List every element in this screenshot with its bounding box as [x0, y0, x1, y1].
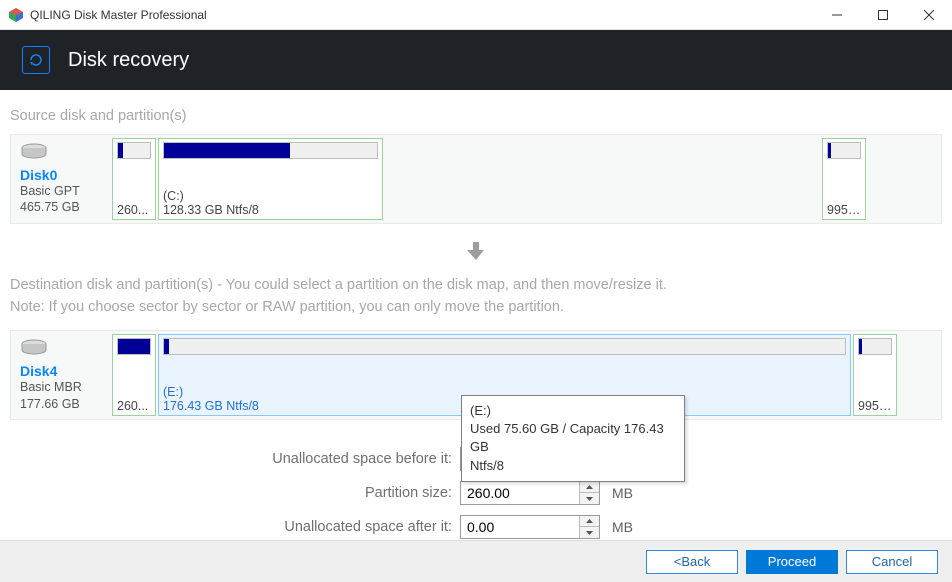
partition-label: (C:) 128.33 GB Ntfs/8: [163, 189, 378, 217]
size-spinner[interactable]: [460, 481, 600, 505]
tooltip-usage: Used 75.60 GB / Capacity 176.43 GB: [470, 420, 676, 456]
titlebar: QILING Disk Master Professional: [0, 0, 952, 30]
partition-cell[interactable]: 995....: [822, 138, 866, 220]
proceed-button[interactable]: Proceed: [746, 550, 838, 574]
partition-cell[interactable]: 260...: [112, 334, 156, 416]
cancel-button[interactable]: Cancel: [846, 550, 938, 574]
arrow-down-icon: [10, 240, 942, 262]
source-disk-info[interactable]: Disk0 Basic GPT 465.75 GB: [14, 138, 110, 220]
after-spinner[interactable]: [460, 515, 600, 539]
source-disk-name: Disk0: [20, 167, 104, 183]
after-input[interactable]: [461, 516, 579, 538]
size-label: Partition size:: [10, 485, 460, 501]
size-unit: MB: [612, 485, 633, 501]
spin-down-icon[interactable]: [580, 527, 599, 538]
partition-cell[interactable]: 260...: [112, 138, 156, 220]
hdd-icon: [20, 142, 48, 162]
spin-up-icon[interactable]: [580, 482, 599, 494]
source-section-label: Source disk and partition(s): [10, 108, 942, 124]
partition-cell[interactable]: (C:) 128.33 GB Ntfs/8: [158, 138, 383, 220]
page-title: Disk recovery: [68, 49, 189, 72]
button-bar: <Back Proceed Cancel: [0, 540, 952, 582]
partition-label: 260...: [117, 203, 151, 217]
recovery-icon: [22, 46, 50, 74]
size-input[interactable]: [461, 482, 579, 504]
tooltip-drive: (E:): [470, 402, 676, 420]
app-icon: [8, 7, 24, 23]
dest-disk-info[interactable]: Disk4 Basic MBR 177.66 GB: [14, 334, 110, 416]
page-banner: Disk recovery: [0, 30, 952, 90]
before-label: Unallocated space before it:: [10, 451, 460, 467]
window-title: QILING Disk Master Professional: [30, 8, 814, 22]
dest-disk-name: Disk4: [20, 363, 104, 379]
partition-cell[interactable]: 995....: [853, 334, 897, 416]
hdd-icon: [20, 338, 48, 358]
source-disk-map: Disk0 Basic GPT 465.75 GB 260... (C:) 128…: [10, 134, 942, 224]
partition-label: 995....: [858, 399, 892, 413]
spin-up-icon[interactable]: [580, 516, 599, 528]
spin-down-icon[interactable]: [580, 493, 599, 504]
dest-section-label: Destination disk and partition(s) - You …: [10, 274, 942, 319]
tooltip-fs: Ntfs/8: [470, 457, 676, 475]
after-unit: MB: [612, 519, 633, 535]
dest-disk-type: Basic MBR: [20, 379, 104, 395]
partition-label: 260...: [117, 399, 151, 413]
back-button[interactable]: <Back: [646, 550, 738, 574]
close-button[interactable]: [906, 0, 952, 30]
maximize-button[interactable]: [860, 0, 906, 30]
partition-label: 995....: [827, 203, 861, 217]
minimize-button[interactable]: [814, 0, 860, 30]
after-label: Unallocated space after it:: [10, 519, 460, 535]
dest-disk-size: 177.66 GB: [20, 396, 104, 412]
partition-tooltip: (E:) Used 75.60 GB / Capacity 176.43 GB …: [461, 395, 685, 482]
source-disk-size: 465.75 GB: [20, 199, 104, 215]
source-disk-type: Basic GPT: [20, 183, 104, 199]
